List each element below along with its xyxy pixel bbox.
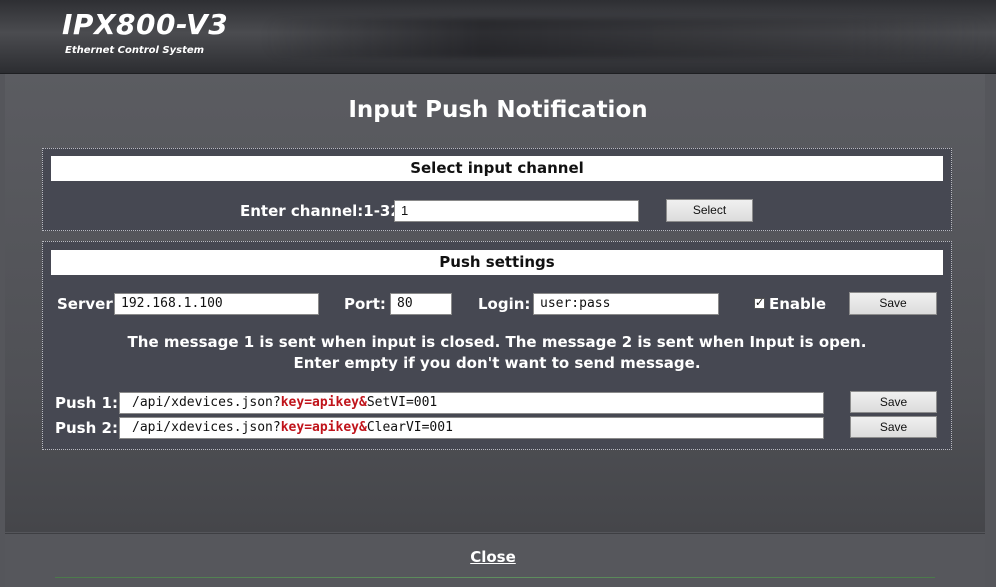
select-channel-button[interactable]: Select	[666, 199, 753, 222]
push2-input[interactable]: /api/xdevices.json?key=apikey&ClearVI=00…	[119, 417, 824, 439]
close-link[interactable]: Close	[0, 548, 986, 566]
push1-suffix: SetVI=001	[366, 395, 438, 410]
login-input[interactable]: user:pass	[533, 293, 719, 315]
push2-label: Push 2:	[55, 419, 118, 437]
push1-prefix: /api/xdevices.json?	[132, 395, 281, 410]
info-message-line-1: The message 1 is sent when input is clos…	[127, 333, 867, 351]
push2-prefix: /api/xdevices.json?	[132, 420, 281, 435]
header-decoration	[262, 18, 992, 58]
port-input[interactable]: 80	[390, 293, 452, 315]
enable-label: Enable	[769, 295, 827, 313]
app-header: IPX800-V3 Ethernet Control System	[0, 0, 996, 74]
push1-key: key=apikey&	[280, 395, 367, 410]
login-label: Login:	[478, 295, 531, 313]
channel-panel: Select input channel Enter channel:1-32 …	[42, 148, 952, 231]
push1-label: Push 1:	[55, 394, 118, 412]
page-title: Input Push Notification	[348, 97, 648, 123]
enable-checkbox[interactable]: ✓	[754, 298, 765, 309]
channel-input[interactable]: 1	[394, 200, 639, 222]
push1-input[interactable]: /api/xdevices.json?key=apikey&SetVI=001	[119, 392, 824, 414]
port-label: Port:	[344, 295, 386, 313]
save-settings-button[interactable]: Save	[849, 292, 937, 315]
logo-title: IPX800-V3	[62, 8, 229, 41]
info-message-line-2: Enter empty if you don't want to send me…	[293, 354, 701, 372]
server-label: Server:	[57, 295, 119, 313]
save-push2-button[interactable]: Save	[850, 416, 937, 438]
server-input[interactable]: 192.168.1.100	[114, 293, 319, 315]
save-push1-button[interactable]: Save	[850, 391, 937, 413]
channel-label: Enter channel:1-32	[240, 202, 401, 220]
push2-key: key=apikey&	[280, 420, 367, 435]
logo-subtitle: Ethernet Control System	[65, 45, 205, 56]
push-panel-heading: Push settings	[51, 250, 943, 275]
push2-suffix: ClearVI=001	[366, 420, 453, 435]
channel-panel-heading: Select input channel	[51, 156, 943, 181]
push-settings-panel: Push settings Server: 192.168.1.100 Port…	[42, 241, 952, 450]
footer-divider	[55, 577, 935, 578]
